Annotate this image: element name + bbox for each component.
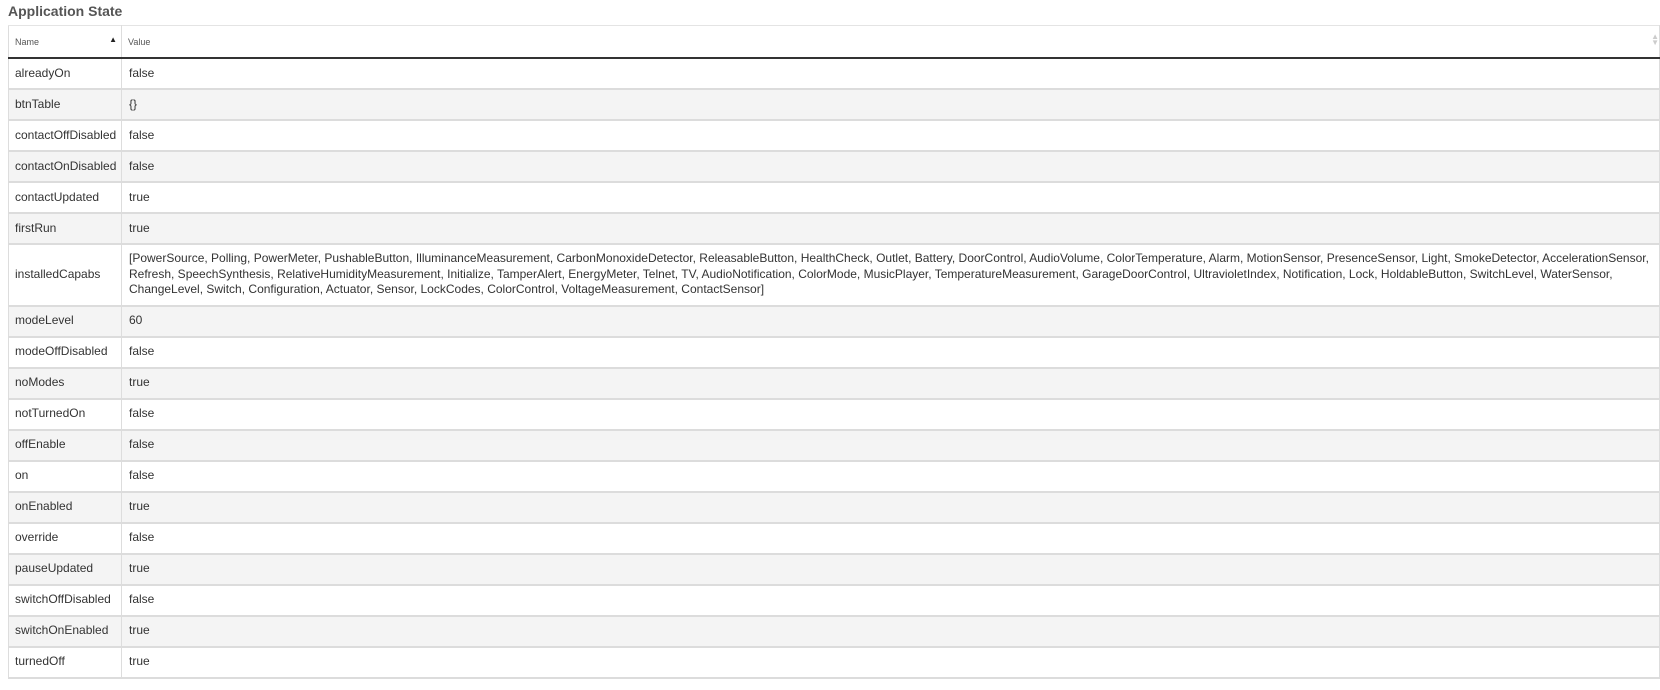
state-name-cell: pauseUpdated [8,553,122,586]
table-row: modeLevel 60 [8,305,1660,338]
sort-ascending-icon: ▲ [109,35,117,44]
state-name-cell: modeOffDisabled [8,336,122,369]
value-column-header[interactable]: Value ▲ ▼ [121,25,1660,59]
state-name-cell: offEnable [8,429,122,462]
state-name-cell: notTurnedOn [8,398,122,431]
table-row: noModes true [8,367,1660,400]
state-name-cell: firstRun [8,212,122,245]
state-value-cell: true [121,212,1660,245]
table-row: contactOnDisabled false [8,150,1660,183]
state-value-cell: true [121,491,1660,524]
table-header-row: Name ▲ Value ▲ ▼ [8,25,1660,59]
state-value-cell: false [121,460,1660,493]
state-value-cell: 60 [121,305,1660,338]
state-name-cell: override [8,522,122,555]
state-name-cell: contactUpdated [8,181,122,214]
value-column-label: Value [128,36,151,47]
state-name-cell: switchOnEnabled [8,615,122,648]
table-row: switchOffDisabled false [8,584,1660,617]
state-value-cell: true [121,615,1660,648]
state-value-cell: true [121,646,1660,679]
state-value-cell: true [121,553,1660,586]
state-value-cell: false [121,584,1660,617]
app-state-page: Application State Name ▲ Value ▲ ▼ alread… [0,0,1660,690]
table-row: switchOnEnabled true [8,615,1660,648]
section-title: Application State [8,3,123,19]
state-value-cell: [PowerSource, Polling, PowerMeter, Pusha… [121,243,1660,307]
table-body: alreadyOn false btnTable{} contactOffDisabl… [8,57,1660,679]
state-value-cell: true [121,367,1660,400]
state-value-cell: false [121,398,1660,431]
table-row: alreadyOn false [8,57,1660,90]
name-column-header[interactable]: Name ▲ [8,25,122,59]
state-value-cell: false [121,429,1660,462]
state-name-cell: contactOnDisabled [8,150,122,183]
state-value-cell: true [121,181,1660,214]
table-row: onEnabled true [8,491,1660,524]
table-row: btnTable{} [8,88,1660,121]
state-value-cell: false [121,522,1660,555]
state-name-cell: installedCapabs [8,243,122,307]
table-row: override false [8,522,1660,555]
state-name-cell: onEnabled [8,491,122,524]
state-name-cell: noModes [8,367,122,400]
table-row: contactOffDisabled false [8,119,1660,152]
table-row: turnedOff true [8,646,1660,679]
state-name-cell: contactOffDisabled [8,119,122,152]
table-row: modeOffDisabled false [8,336,1660,369]
table-row: offEnable false [8,429,1660,462]
state-name-cell: btnTable [8,88,122,121]
table-row: contactUpdated true [8,181,1660,214]
state-value-cell: {} [121,88,1660,121]
table-row: firstRun true [8,212,1660,245]
name-column-label: Name [15,36,40,47]
state-name-cell: on [8,460,122,493]
state-value-cell: false [121,57,1660,90]
state-name-cell: turnedOff [8,646,122,679]
state-value-cell: false [121,150,1660,183]
state-name-cell: modeLevel [8,305,122,338]
table-row: notTurnedOn false [8,398,1660,431]
table-row: on false [8,460,1660,493]
sort-both-icon: ▲ ▼ [1651,32,1659,47]
table-row: pauseUpdated true [8,553,1660,586]
table-row: installedCapabs [PowerSource, Polling, Po… [8,243,1660,307]
state-value-cell: false [121,336,1660,369]
app-state-table: Name ▲ Value ▲ ▼ alreadyOn false btnTable{}… [8,25,1660,679]
state-value-cell: false [121,119,1660,152]
state-name-cell: alreadyOn [8,57,122,90]
state-name-cell: switchOffDisabled [8,584,122,617]
